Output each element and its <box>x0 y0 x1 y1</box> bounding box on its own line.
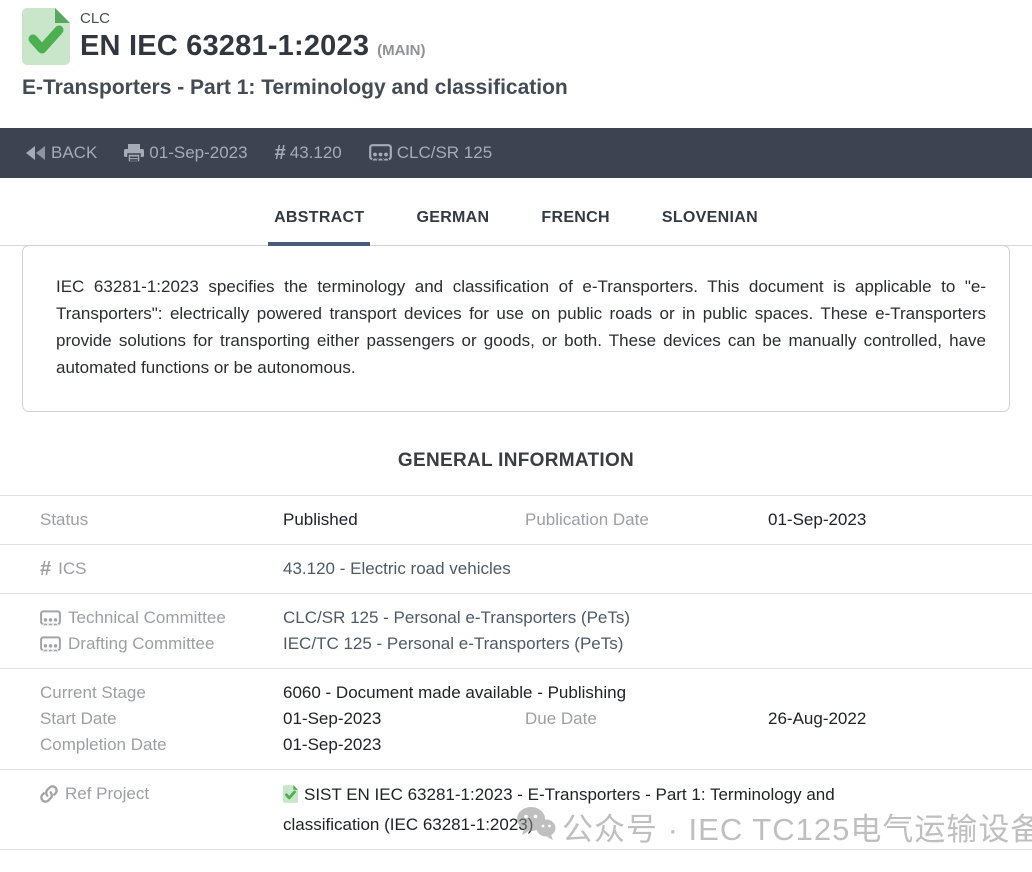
standard-subtitle: E-Transporters - Part 1: Terminology and… <box>22 76 1032 100</box>
ref-project-label: Ref Project <box>65 781 149 807</box>
due-date-value: 26-Aug-2022 <box>768 706 1032 732</box>
page-title: EN IEC 63281-1:2023 <box>80 30 369 63</box>
tab-bar: ABSTRACT GERMAN FRENCH SLOVENIAN <box>0 178 1032 246</box>
publication-date-value: 01-Sep-2023 <box>768 507 1032 533</box>
technical-committee-link[interactable]: CLC/SR 125 - Personal e-Transporters (Pe… <box>283 605 1032 631</box>
back-label: BACK <box>51 143 97 163</box>
nav-committee: CLC/SR 125 <box>397 143 492 163</box>
nav-date: 01-Sep-2023 <box>149 143 247 163</box>
ics-chip[interactable]: # 43.120 <box>275 142 342 165</box>
technical-committee-label: Technical Committee <box>68 605 226 631</box>
tab-french[interactable]: FRENCH <box>535 209 615 246</box>
publication-date-label: Publication Date <box>525 507 768 533</box>
ref-project-link[interactable]: SIST EN IEC 63281-1:2023 - E-Transporter… <box>283 781 901 838</box>
start-date-value: 01-Sep-2023 <box>283 706 525 732</box>
committee-icon <box>40 610 61 627</box>
table-row-stage: Current Stage 6060 - Document made avail… <box>0 668 1032 769</box>
general-information-table: Status Published Publication Date 01-Sep… <box>0 495 1032 850</box>
completion-date-label: Completion Date <box>40 732 283 758</box>
table-row-ref-project: Ref Project SIST EN IEC 63281-1:2023 - E… <box>0 769 1032 850</box>
abstract-panel: IEC 63281-1:2023 specifies the terminolo… <box>22 245 1010 412</box>
committee-icon <box>40 636 61 653</box>
current-stage-value: 6060 - Document made available - Publish… <box>283 680 1032 706</box>
status-value: Published <box>283 507 525 533</box>
committee-chip[interactable]: CLC/SR 125 <box>369 143 492 163</box>
standard-detail-page: CLC EN IEC 63281-1:2023 (MAIN) E-Transpo… <box>0 0 1032 872</box>
tab-german[interactable]: GERMAN <box>410 209 495 246</box>
page-header: CLC EN IEC 63281-1:2023 (MAIN) E-Transpo… <box>0 0 1032 128</box>
hash-icon: # <box>40 556 51 582</box>
abstract-text: IEC 63281-1:2023 specifies the terminolo… <box>56 273 986 381</box>
document-check-icon <box>22 8 70 65</box>
agency-label: CLC <box>80 10 425 28</box>
start-date-label: Start Date <box>40 706 283 732</box>
general-information-title: GENERAL INFORMATION <box>0 450 1032 472</box>
tab-abstract[interactable]: ABSTRACT <box>268 209 370 246</box>
rewind-icon <box>25 145 46 161</box>
ics-label: ICS <box>58 556 86 582</box>
table-row-status: Status Published Publication Date 01-Sep… <box>0 495 1032 544</box>
due-date-label: Due Date <box>525 706 768 732</box>
title-suffix: (MAIN) <box>377 42 425 59</box>
status-label: Status <box>40 507 283 533</box>
table-row-committees: Technical Committee Drafting <box>0 593 1032 668</box>
hash-icon: # <box>275 142 286 165</box>
committee-icon <box>369 144 392 162</box>
nav-ics-code: 43.120 <box>290 143 342 163</box>
table-row-ics: # ICS 43.120 - Electric road vehicles <box>0 544 1032 593</box>
back-button[interactable]: BACK <box>25 143 97 163</box>
drafting-committee-label: Drafting Committee <box>68 631 214 657</box>
completion-date-value: 01-Sep-2023 <box>283 732 1032 758</box>
printer-icon <box>124 143 144 163</box>
toolbar: BACK 01-Sep-2023 # 43.120 <box>0 128 1032 178</box>
publication-date-chip: 01-Sep-2023 <box>124 143 247 163</box>
document-check-icon <box>283 784 298 811</box>
current-stage-label: Current Stage <box>40 680 283 706</box>
ics-link[interactable]: 43.120 - Electric road vehicles <box>283 556 1032 582</box>
tab-slovenian[interactable]: SLOVENIAN <box>656 209 764 246</box>
link-icon <box>40 785 58 803</box>
drafting-committee-link[interactable]: IEC/TC 125 - Personal e-Transporters (Pe… <box>283 631 1032 657</box>
ref-project-text: SIST EN IEC 63281-1:2023 - E-Transporter… <box>283 785 835 834</box>
